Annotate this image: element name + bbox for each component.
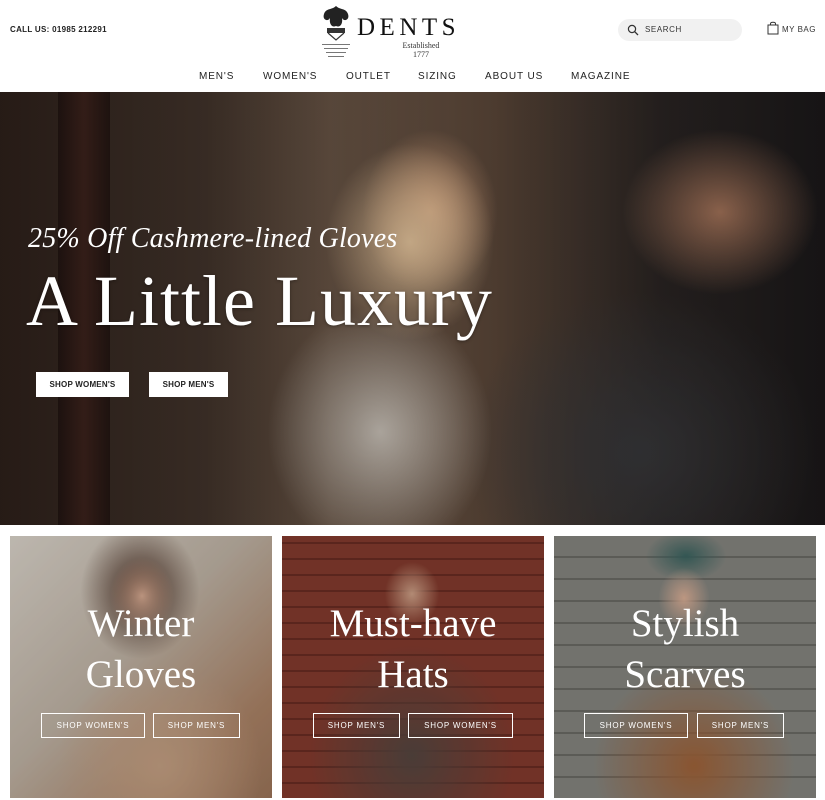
search-placeholder: SEARCH [645,25,682,34]
nav-item-sizing[interactable]: SIZING [418,71,457,82]
tile-title-line1: Must-have [329,602,497,645]
tile-must-have-hats[interactable]: Must-have Hats SHOP MEN'S SHOP WOMEN'S [282,536,544,798]
tile-title-line2: Scarves [624,653,746,696]
nav-item-magazine[interactable]: MAGAZINE [571,71,630,82]
nav-item-about-us[interactable]: ABOUT US [485,71,543,82]
nav-item-womens[interactable]: WOMEN'S [263,71,317,82]
tile-title-line2: Hats [377,653,449,696]
tile-shop-womens-button[interactable]: SHOP WOMEN'S [584,713,688,738]
tile-shop-womens-button[interactable]: SHOP WOMEN'S [408,713,513,738]
crest-icon [322,6,350,57]
nav-item-mens[interactable]: MEN'S [199,71,234,82]
brand-logo[interactable]: DENTS Established 1777 [318,4,488,62]
search-icon [627,24,639,36]
tile-title-line1: Winter [87,602,195,645]
main-nav: MEN'S WOMEN'S OUTLET SIZING ABOUT US MAG… [0,71,825,87]
hero-subtitle: 25% Off Cashmere-lined Gloves [28,223,398,254]
tile-shop-mens-button[interactable]: SHOP MEN'S [153,713,240,738]
my-bag-label: MY BAG [782,25,816,34]
call-us-text[interactable]: CALL US: 01985 212291 [10,25,107,34]
established-text: Established 1777 [397,41,445,59]
tile-title-line2: Gloves [85,653,197,696]
shopping-bag-icon [767,21,779,35]
hero-shop-mens-button[interactable]: SHOP MEN'S [149,372,228,397]
tile-shop-mens-button[interactable]: SHOP MEN'S [697,713,784,738]
tile-winter-gloves[interactable]: Winter Gloves SHOP WOMEN'S SHOP MEN'S [10,536,272,798]
tile-stylish-scarves[interactable]: Stylish Scarves SHOP WOMEN'S SHOP MEN'S [554,536,816,798]
hero-title: A Little Luxury [26,261,493,341]
tile-shop-womens-button[interactable]: SHOP WOMEN'S [41,713,145,738]
nav-item-outlet[interactable]: OUTLET [346,71,391,82]
search-input[interactable]: SEARCH [618,19,742,41]
site-header: CALL US: 01985 212291 DENTS Established … [0,0,825,92]
tile-shop-mens-button[interactable]: SHOP MEN'S [313,713,400,738]
hero-banner[interactable]: 25% Off Cashmere-lined Gloves A Little L… [0,92,825,525]
established-year: 1777 [413,50,429,59]
brand-name: DENTS [357,14,461,41]
established-label: Established [402,41,440,50]
hero-shop-womens-button[interactable]: SHOP WOMEN'S [36,372,129,397]
tile-title-line1: Stylish [630,602,740,645]
